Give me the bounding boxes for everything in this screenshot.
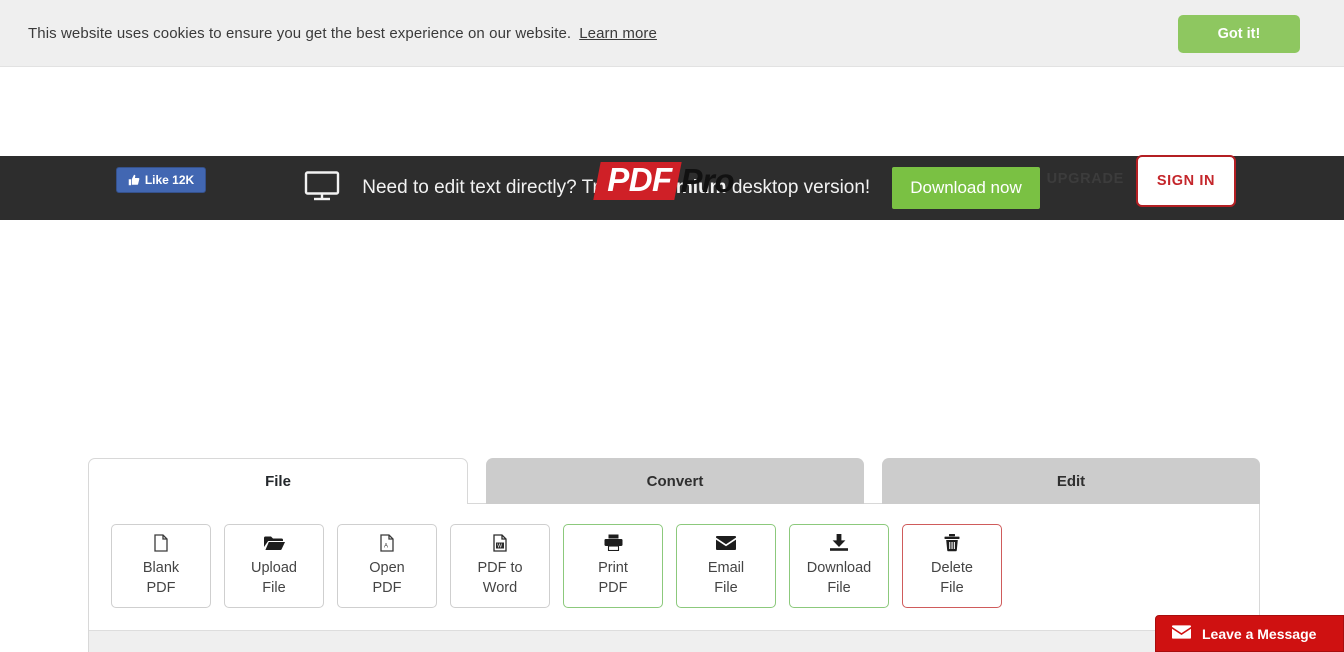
download-file-button[interactable]: Download File <box>789 524 889 608</box>
tab-convert[interactable]: Convert <box>486 458 864 504</box>
storage-notice: i Your files will be automatically delet… <box>89 630 1259 652</box>
print-pdf-label: Print PDF <box>598 560 628 596</box>
download-now-button[interactable]: Download now <box>892 167 1040 209</box>
monitor-icon <box>304 170 340 207</box>
file-manager-panel: Blank PDF Upload File A Open PDF W PDF t… <box>88 503 1260 652</box>
sign-in-button[interactable]: SIGN IN <box>1136 155 1236 207</box>
email-file-label: Email File <box>707 560 745 596</box>
cookie-consent-bar: This website uses cookies to ensure you … <box>0 0 1344 67</box>
leave-a-message-label: Leave a Message <box>1202 625 1317 642</box>
svg-text:W: W <box>497 543 502 549</box>
envelope-icon <box>716 533 736 552</box>
download-icon <box>830 533 848 552</box>
upload-file-button[interactable]: Upload File <box>224 524 324 608</box>
leave-a-message-widget[interactable]: Leave a Message <box>1155 615 1344 652</box>
upgrade-link[interactable]: UPGRADE <box>1047 171 1124 187</box>
logo-pdf-text: PDF <box>607 161 672 199</box>
pdf-to-word-label: PDF to Word <box>477 560 523 596</box>
trash-icon <box>944 533 960 552</box>
svg-text:A: A <box>384 543 388 549</box>
pdf-to-word-button[interactable]: W PDF to Word <box>450 524 550 608</box>
cookie-message: This website uses cookies to ensure you … <box>28 25 657 42</box>
upload-file-label: Upload File <box>251 560 297 596</box>
tab-file[interactable]: File <box>88 458 468 504</box>
file-word-icon: W <box>493 533 507 552</box>
file-toolbar: Blank PDF Upload File A Open PDF W PDF t… <box>89 504 1259 630</box>
thumbs-up-icon <box>128 174 140 186</box>
folder-open-icon <box>263 533 285 552</box>
facebook-like-label: Like 12K <box>144 173 195 187</box>
cookie-accept-button[interactable]: Got it! <box>1178 15 1300 53</box>
logo-pdf-badge: PDF <box>593 161 682 200</box>
facebook-like-button[interactable]: Like 12K <box>116 167 206 193</box>
file-pdf-icon: A <box>380 533 394 552</box>
pdfpro-logo[interactable]: PDF Pro <box>593 159 735 203</box>
blank-pdf-label: Blank PDF <box>142 560 180 596</box>
cookie-message-text: This website uses cookies to ensure you … <box>28 24 572 42</box>
open-pdf-button[interactable]: A Open PDF <box>337 524 437 608</box>
tab-bar: File Convert Edit <box>88 458 1260 504</box>
site-header: Like 12K PDF Pro UPGRADE SIGN IN <box>0 67 1344 207</box>
envelope-icon <box>1172 625 1191 642</box>
download-file-label: Download File <box>806 560 872 596</box>
delete-file-label: Delete File <box>931 560 973 596</box>
promo-text-after: desktop version! <box>726 177 871 198</box>
file-blank-icon <box>154 533 168 552</box>
open-pdf-label: Open PDF <box>369 560 405 596</box>
print-pdf-button[interactable]: Print PDF <box>563 524 663 608</box>
printer-icon <box>604 533 623 552</box>
blank-pdf-button[interactable]: Blank PDF <box>111 524 211 608</box>
logo-pro-text: Pro <box>680 162 735 199</box>
cookie-learn-more-link[interactable]: Learn more <box>579 25 657 42</box>
email-file-button[interactable]: Email File <box>676 524 776 608</box>
tab-edit[interactable]: Edit <box>882 458 1260 504</box>
delete-file-button[interactable]: Delete File <box>902 524 1002 608</box>
